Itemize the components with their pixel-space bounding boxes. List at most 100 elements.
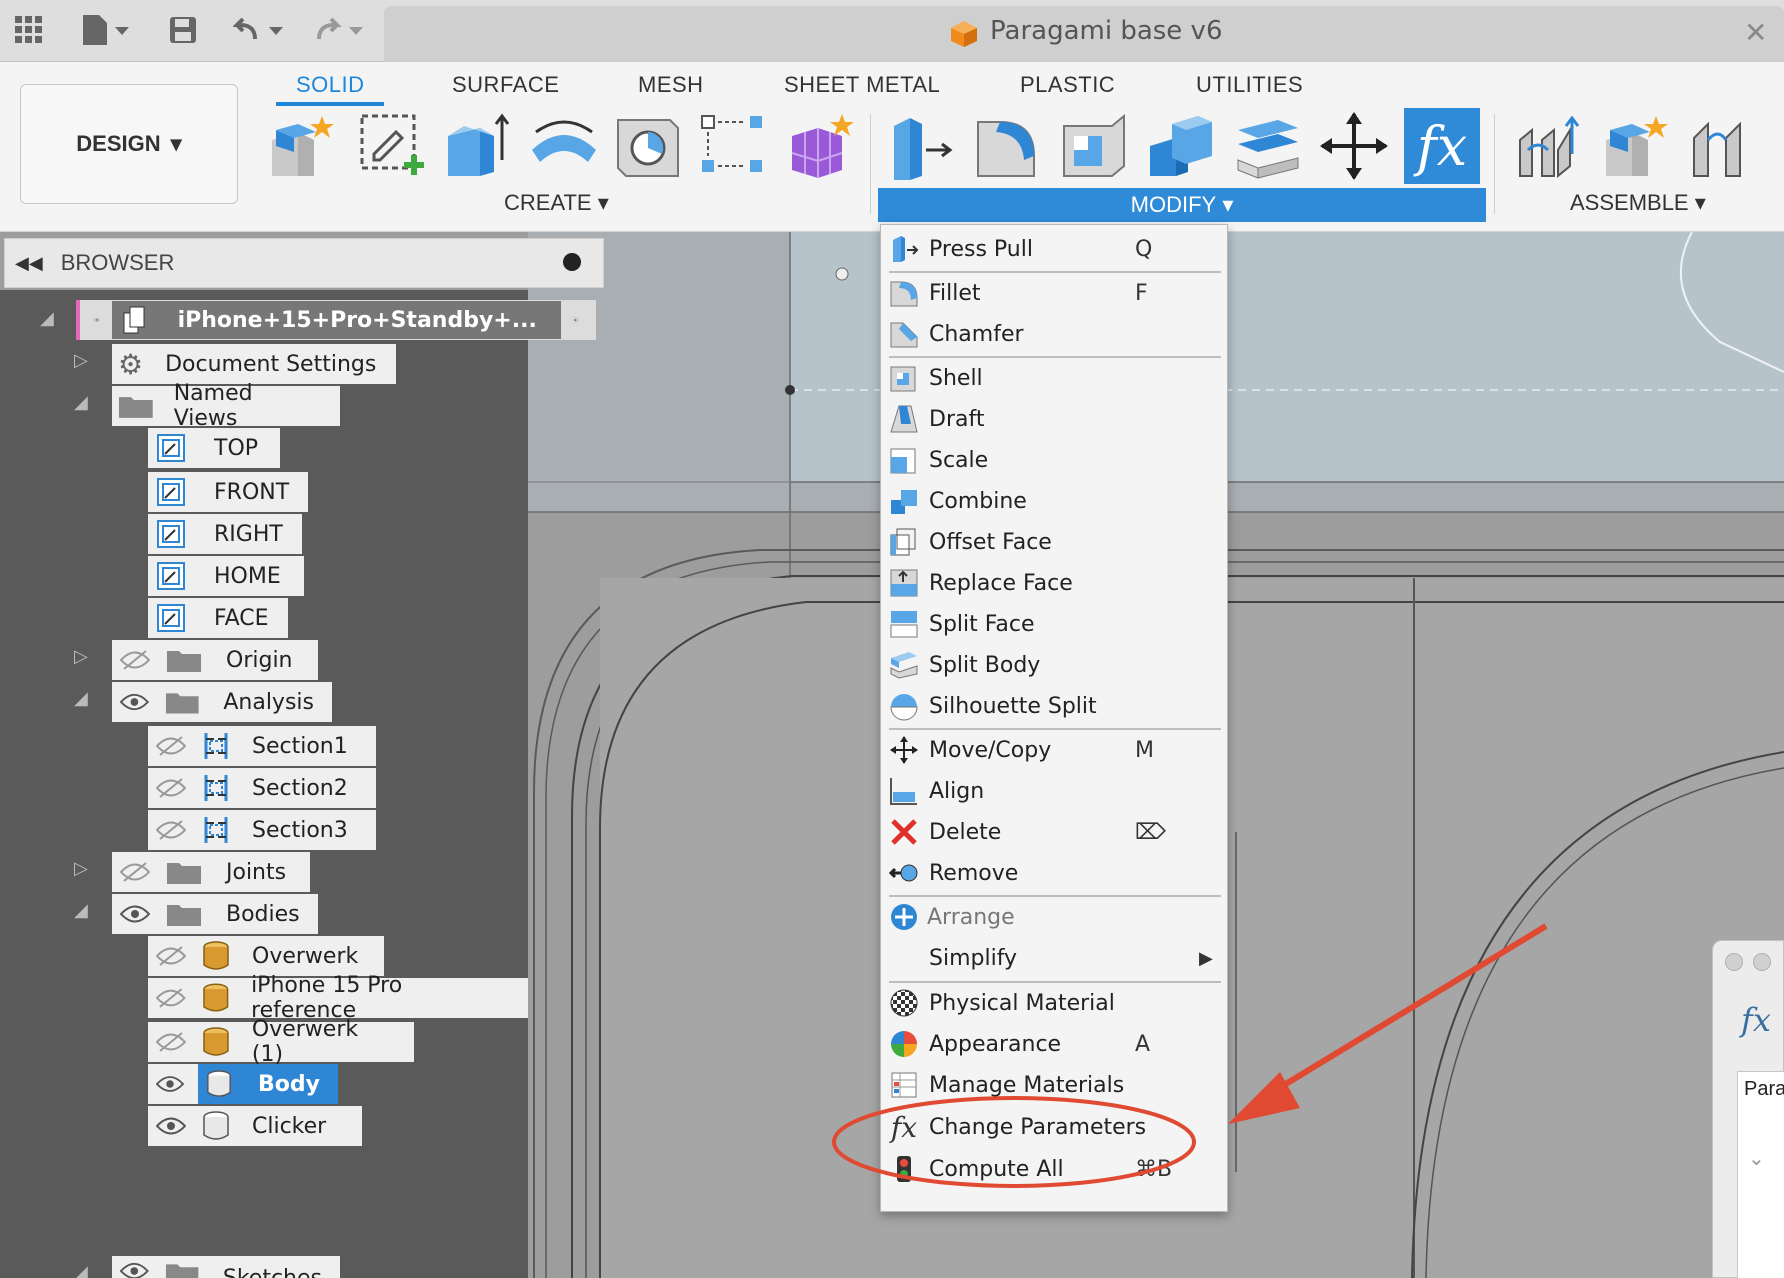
tree-item-joints[interactable]: Joints	[112, 852, 310, 892]
menu-item-change-parameters[interactable]: fx Change Parameters	[881, 1107, 1229, 1147]
menu-item-arrange[interactable]: Arrange	[881, 897, 1229, 937]
menu-item-split-body[interactable]: Split Body	[881, 645, 1229, 685]
menu-item-draft[interactable]: Draft	[881, 399, 1229, 439]
eye-icon[interactable]	[156, 1115, 186, 1137]
menu-item-chamfer[interactable]: Chamfer	[881, 314, 1229, 354]
app-grid-icon[interactable]	[12, 10, 46, 50]
new-component-assemble-icon[interactable]	[1598, 110, 1670, 182]
file-menu-icon[interactable]	[78, 10, 134, 50]
joint-icon[interactable]	[1514, 110, 1586, 182]
eye-hidden-icon[interactable]	[120, 649, 150, 671]
tree-item-section1[interactable]: Section1	[148, 726, 376, 766]
tree-item-body-overwerk[interactable]: Overwerk	[148, 936, 384, 976]
menu-item-move-copy[interactable]: Move/Copy M	[881, 730, 1229, 770]
modify-group-label[interactable]: MODIFY ▾	[878, 188, 1486, 222]
collapse-arrow-icon[interactable]: ◢	[74, 1262, 88, 1278]
menu-item-fillet[interactable]: Fillet F	[881, 273, 1229, 313]
menu-item-silhouette-split[interactable]: Silhouette Split	[881, 686, 1229, 726]
menu-item-scale[interactable]: Scale	[881, 440, 1229, 480]
tree-item-document-settings[interactable]: ⚙ Document Settings	[112, 344, 396, 384]
menu-item-align[interactable]: Align	[881, 771, 1229, 811]
eye-hidden-icon[interactable]	[120, 861, 150, 883]
tab-mesh[interactable]: MESH	[638, 72, 704, 98]
eye-hidden-icon[interactable]	[156, 819, 186, 841]
tab-utilities[interactable]: UTILITIES	[1196, 72, 1303, 98]
menu-item-delete[interactable]: Delete ⌦	[881, 812, 1229, 852]
eye-icon[interactable]	[156, 1073, 184, 1095]
tree-item-view-front[interactable]: FRONT	[148, 472, 308, 512]
move-icon[interactable]	[1318, 110, 1390, 182]
change-parameters-tool-icon[interactable]: fx	[1404, 108, 1480, 184]
shell-icon[interactable]	[1058, 110, 1130, 182]
tab-surface[interactable]: SURFACE	[452, 72, 559, 98]
menu-item-press-pull[interactable]: Press Pull Q	[881, 229, 1229, 269]
collapse-arrow-icon[interactable]: ◢	[74, 900, 88, 921]
chevron-down-icon[interactable]: ⌄	[1748, 1146, 1765, 1170]
as-built-joint-icon[interactable]	[1686, 110, 1758, 182]
menu-item-physical-material[interactable]: Physical Material	[881, 983, 1229, 1023]
tree-item-named-views[interactable]: Named Views	[112, 381, 340, 431]
tree-item-bodies[interactable]: Bodies	[112, 894, 318, 934]
press-pull-icon[interactable]	[886, 110, 958, 182]
minimize-panel-icon[interactable]	[563, 253, 581, 271]
tree-item-body-selected[interactable]: Body	[198, 1064, 338, 1104]
replace-face-icon[interactable]	[1232, 110, 1304, 182]
activate-radio-icon[interactable]	[573, 306, 578, 334]
eye-icon[interactable]	[120, 903, 150, 925]
tab-sheet-metal[interactable]: SHEET METAL	[784, 72, 940, 98]
save-icon[interactable]	[166, 10, 200, 50]
menu-item-compute-all[interactable]: Compute All ⌘B	[881, 1149, 1229, 1189]
window-minimize-button[interactable]	[1753, 953, 1771, 971]
tree-item-view-top[interactable]: TOP	[148, 428, 280, 468]
eye-hidden-icon[interactable]	[156, 1031, 186, 1053]
create-sketch-icon[interactable]	[356, 110, 428, 182]
hole-icon[interactable]	[612, 110, 684, 182]
expand-arrow-icon[interactable]: ▷	[74, 646, 88, 667]
assemble-group-label[interactable]: ASSEMBLE ▾	[1570, 190, 1706, 216]
collapse-arrow-icon[interactable]: ◢	[74, 392, 88, 413]
tree-item-body-eye-cell[interactable]	[148, 1064, 202, 1104]
menu-item-simplify[interactable]: Simplify ▶	[881, 938, 1229, 978]
tree-item-sketches[interactable]: Sketches	[112, 1256, 340, 1278]
close-tab-button[interactable]: ✕	[1744, 16, 1767, 49]
fillet-icon[interactable]	[972, 110, 1044, 182]
tree-item-view-home[interactable]: HOME	[148, 556, 304, 596]
new-component-icon[interactable]	[264, 110, 336, 182]
eye-icon[interactable]	[120, 1260, 149, 1278]
root-component[interactable]: iPhone+15+Pro+Standby+...	[76, 300, 596, 340]
undo-icon[interactable]	[232, 10, 288, 50]
collapse-arrow-icon[interactable]: ◢	[40, 308, 54, 329]
tree-item-section3[interactable]: Section3	[148, 810, 376, 850]
eye-hidden-icon[interactable]	[156, 987, 186, 1009]
menu-item-split-face[interactable]: Split Face	[881, 604, 1229, 644]
menu-item-remove[interactable]: Remove	[881, 853, 1229, 893]
tree-item-analysis[interactable]: Analysis	[112, 682, 332, 722]
redo-icon[interactable]	[312, 10, 368, 50]
eye-hidden-icon[interactable]	[156, 777, 186, 799]
create-form-icon[interactable]	[784, 110, 856, 182]
tree-item-view-face[interactable]: FACE	[148, 598, 288, 638]
tree-item-view-right[interactable]: RIGHT	[148, 514, 302, 554]
collapse-arrow-icon[interactable]: ◢	[74, 688, 88, 709]
tree-item-section2[interactable]: Section2	[148, 768, 376, 808]
tree-item-origin[interactable]: Origin	[112, 640, 318, 680]
eye-icon[interactable]	[94, 309, 100, 331]
tree-item-body-overwerk-1[interactable]: Overwerk (1)	[148, 1017, 414, 1067]
eye-hidden-icon[interactable]	[156, 945, 186, 967]
window-close-button[interactable]	[1725, 953, 1743, 971]
rectangular-pattern-icon[interactable]	[698, 110, 770, 182]
eye-hidden-icon[interactable]	[156, 735, 186, 757]
menu-item-manage-materials[interactable]: Manage Materials	[881, 1065, 1229, 1105]
collapse-panel-icon[interactable]: ◀◀	[15, 253, 43, 274]
menu-item-shell[interactable]: Shell	[881, 358, 1229, 398]
expand-arrow-icon[interactable]: ▷	[74, 350, 88, 371]
menu-item-replace-face[interactable]: Replace Face	[881, 563, 1229, 603]
eye-icon[interactable]	[120, 691, 149, 713]
workspace-switcher[interactable]: DESIGN ▾	[20, 84, 238, 204]
expand-arrow-icon[interactable]: ▷	[74, 858, 88, 879]
tree-item-body-iphone-reference[interactable]: iPhone 15 Pro reference	[148, 973, 528, 1023]
menu-item-appearance[interactable]: Appearance A	[881, 1024, 1229, 1064]
tree-item-body-clicker[interactable]: Clicker	[148, 1106, 362, 1146]
extrude-icon[interactable]	[442, 110, 514, 182]
revolve-icon[interactable]	[528, 110, 600, 182]
